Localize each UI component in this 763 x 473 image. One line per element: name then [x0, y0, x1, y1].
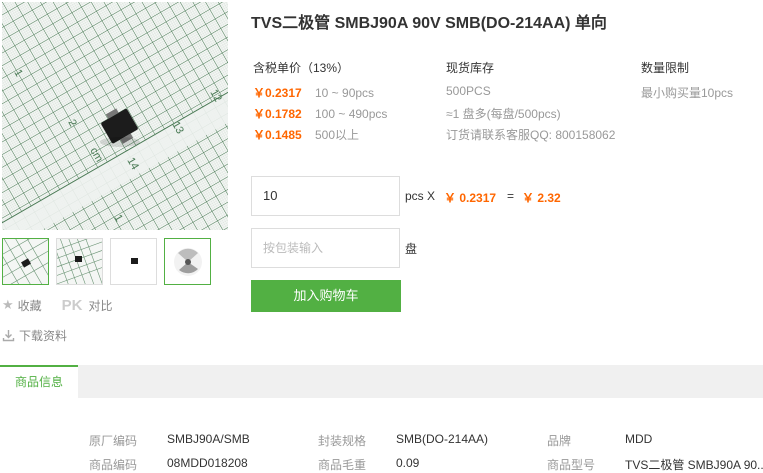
spec-value: 0.09	[396, 456, 420, 470]
stock-qty: 500PCS	[446, 84, 491, 98]
stock-contact: 订货请联系客服QQ: 800158062	[446, 128, 616, 142]
star-icon[interactable]: ★	[2, 297, 14, 313]
total-price: ￥ 2.32	[522, 191, 561, 205]
tier-price: ￥0.1782	[253, 107, 302, 121]
spec-value: SMBJ90A/SMB	[167, 432, 250, 446]
price-tier: ￥0.1485 500以上	[253, 126, 359, 143]
qty-unit: pcs X	[405, 189, 436, 203]
spec-label: 品牌	[547, 434, 572, 448]
thumbnail-4[interactable]	[164, 238, 211, 285]
download-link[interactable]: 下载资料	[19, 327, 67, 344]
thumbnail-1[interactable]	[2, 238, 49, 285]
price-tier: ￥0.2317 10 ~ 90pcs	[253, 84, 374, 101]
tier-price: ￥0.2317	[253, 86, 302, 100]
stock-header: 现货库存	[446, 61, 495, 75]
limit-header: 数量限制	[641, 61, 690, 75]
spec-label: 商品毛重	[318, 458, 367, 472]
price-tier: ￥0.1782 100 ~ 490pcs	[253, 105, 387, 122]
spec-value: 08MDD018208	[167, 456, 248, 470]
tab-product-info[interactable]: 商品信息	[0, 365, 78, 398]
download-row[interactable]: 下载资料	[2, 327, 67, 344]
min-buy: 最小购买量10pcs	[641, 86, 734, 100]
spec-label: 商品型号	[547, 458, 596, 472]
thumbnail-2[interactable]	[56, 238, 103, 285]
spec-label: 商品编码	[89, 458, 138, 472]
info-tabbar: 商品信息	[0, 365, 763, 398]
pk-icon[interactable]: PK	[62, 297, 83, 314]
thumbnail-image	[111, 239, 156, 284]
favorite-link[interactable]: 收藏	[18, 297, 42, 314]
thumbnail-3[interactable]	[110, 238, 157, 285]
add-to-cart-button[interactable]: 加入购物车	[251, 280, 401, 312]
thumbnail-image	[3, 239, 48, 284]
pack-unit: 盘	[405, 242, 418, 256]
pack-input[interactable]: 按包装输入	[251, 228, 400, 268]
quantity-input[interactable]: 10	[251, 176, 400, 216]
compare-link[interactable]: 对比	[89, 297, 113, 314]
thumbnail-image	[57, 239, 102, 284]
equals-sign: =	[507, 189, 515, 203]
spec-label: 封装规格	[318, 434, 367, 448]
thumbnail-strip	[2, 238, 211, 285]
tier-price: ￥0.1485	[253, 128, 302, 142]
price-header: 含税单价（13%）	[253, 61, 350, 75]
download-icon	[2, 330, 15, 342]
spec-value: SMB(DO-214AA)	[396, 432, 489, 446]
main-product-image: 12 13 14 cm 2 1 1	[2, 2, 228, 230]
tier-range: 100 ~ 490pcs	[315, 106, 388, 121]
side-actions: ★ 收藏 PK 对比	[2, 297, 113, 314]
unit-price: ￥ 0.2317	[444, 191, 497, 205]
ruler-grid-illustration: 12 13 14 cm 2 1 1	[2, 2, 228, 230]
tier-range: 10 ~ 90pcs	[315, 85, 375, 100]
thumbnail-image	[165, 239, 210, 284]
tier-range: 500以上	[315, 128, 360, 142]
spec-label: 原厂编码	[89, 434, 138, 448]
spec-value: MDD	[625, 432, 653, 446]
stock-reel: ≈1 盘多(每盘/500pcs)	[446, 107, 561, 121]
spec-value: TVS二极管 SMBJ90A 90...	[625, 458, 763, 472]
product-title: TVS二极管 SMBJ90A 90V SMB(DO-214AA) 单向	[251, 15, 607, 32]
